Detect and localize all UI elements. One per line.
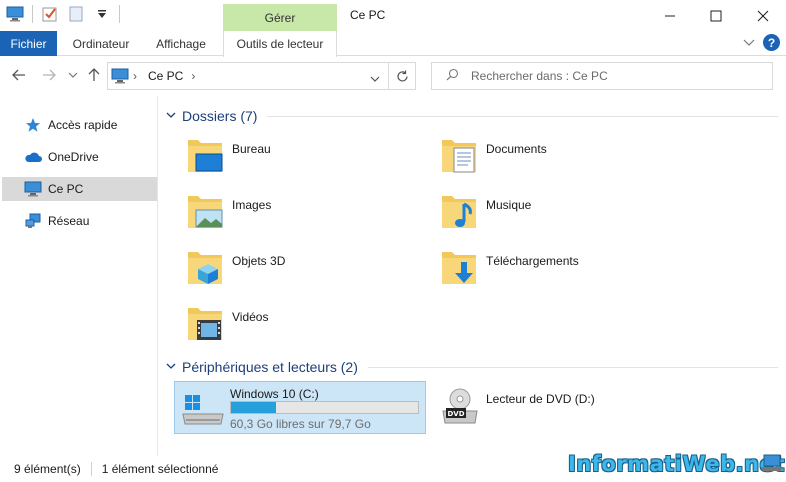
downloads-folder-icon bbox=[440, 248, 480, 291]
music-folder-icon bbox=[440, 192, 480, 235]
content-pane: Dossiers (7) Bureau Documents Images Mus… bbox=[160, 96, 786, 456]
sidebar-item-reseau[interactable]: Réseau bbox=[2, 209, 157, 233]
dvd-drive-icon: DVD bbox=[442, 387, 478, 430]
address-dropdown-icon[interactable] bbox=[370, 72, 380, 86]
folder-item[interactable]: Téléchargements bbox=[440, 248, 690, 296]
folder-item[interactable]: Objets 3D bbox=[186, 248, 436, 296]
drive-usage-bar bbox=[230, 401, 419, 414]
tab-fichier[interactable]: Fichier bbox=[0, 31, 57, 56]
group-divider bbox=[267, 115, 778, 117]
drive-item-c[interactable]: Windows 10 (C:) 60,3 Go libres sur 79,7 … bbox=[174, 381, 426, 434]
expand-ribbon-icon[interactable] bbox=[743, 36, 755, 50]
new-folder-icon[interactable] bbox=[67, 5, 85, 23]
computer-icon bbox=[24, 180, 42, 198]
search-box[interactable]: Rechercher dans : Ce PC bbox=[431, 62, 773, 90]
folder-label: Documents bbox=[486, 142, 547, 156]
dvd-badge: DVD bbox=[448, 410, 465, 418]
folder-item[interactable]: Vidéos bbox=[186, 304, 436, 352]
sidebar-item-label: OneDrive bbox=[48, 150, 99, 164]
drive-item-d[interactable]: DVD Lecteur de DVD (D:) bbox=[430, 381, 680, 434]
ribbon-right-controls: ? bbox=[743, 34, 780, 51]
folder-label: Objets 3D bbox=[232, 254, 286, 268]
navigation-pane: Accès rapide OneDrive Ce PC Réseau bbox=[0, 96, 158, 456]
folder-item[interactable]: Documents bbox=[440, 136, 690, 184]
windows-drive-icon bbox=[181, 392, 225, 429]
customize-toolbar-icon[interactable] bbox=[93, 5, 111, 23]
folder-label: Images bbox=[232, 198, 272, 212]
group-title: Dossiers (7) bbox=[182, 108, 258, 124]
sidebar-item-label: Réseau bbox=[48, 214, 90, 228]
drive-label: Lecteur de DVD (D:) bbox=[486, 392, 595, 406]
folder-item[interactable]: Images bbox=[186, 192, 436, 240]
collapse-chevron-icon[interactable] bbox=[166, 111, 178, 122]
status-separator bbox=[90, 462, 92, 476]
tab-ordinateur[interactable]: Ordinateur bbox=[62, 31, 140, 56]
sidebar-item-label: Ce PC bbox=[48, 182, 84, 196]
computer-icon bbox=[6, 5, 24, 23]
folder-label: Musique bbox=[486, 198, 532, 212]
navigation-bar: › Ce PC › Rechercher dans : Ce PC bbox=[0, 56, 786, 96]
minimize-button[interactable] bbox=[647, 0, 693, 31]
folder-label: Téléchargements bbox=[486, 254, 579, 268]
search-input[interactable]: Rechercher dans : Ce PC bbox=[471, 69, 608, 83]
quick-access-toolbar bbox=[6, 5, 120, 23]
group-header-devices[interactable]: Périphériques et lecteurs (2) bbox=[166, 359, 778, 375]
group-header-folders[interactable]: Dossiers (7) bbox=[166, 108, 778, 124]
breadcrumb-ce-pc[interactable]: Ce PC bbox=[148, 69, 183, 83]
group-divider bbox=[367, 366, 778, 368]
close-button[interactable] bbox=[740, 0, 786, 31]
forward-button[interactable] bbox=[40, 66, 58, 84]
drive-usage-fill bbox=[231, 402, 276, 413]
group-title: Périphériques et lecteurs (2) bbox=[182, 359, 358, 375]
computer-icon bbox=[111, 68, 129, 87]
watermark-logo: InformatiWeb.net bbox=[568, 452, 785, 476]
sidebar-item-ce-pc[interactable]: Ce PC bbox=[2, 177, 157, 201]
cloud-icon bbox=[24, 148, 42, 166]
sidebar-item-label: Accès rapide bbox=[48, 118, 118, 132]
search-icon bbox=[446, 68, 459, 84]
drive-label: Windows 10 (C:) bbox=[230, 387, 319, 401]
collapse-chevron-icon[interactable] bbox=[166, 362, 178, 373]
folder-item[interactable]: Musique bbox=[440, 192, 690, 240]
3d-objects-folder-icon bbox=[186, 248, 226, 291]
tab-affichage[interactable]: Affichage bbox=[145, 31, 217, 56]
pictures-folder-icon bbox=[186, 192, 226, 235]
context-tab-manage[interactable]: Gérer bbox=[223, 4, 337, 31]
toolbar-separator bbox=[119, 5, 120, 23]
help-icon[interactable]: ? bbox=[763, 34, 780, 51]
item-count: 9 élément(s) bbox=[14, 462, 81, 476]
sidebar-item-acces-rapide[interactable]: Accès rapide bbox=[2, 113, 157, 137]
properties-icon[interactable] bbox=[41, 5, 59, 23]
sidebar-item-onedrive[interactable]: OneDrive bbox=[2, 145, 157, 169]
back-button[interactable] bbox=[10, 66, 28, 84]
tab-outils-de-lecteur[interactable]: Outils de lecteur bbox=[223, 31, 337, 57]
desktop-folder-icon bbox=[186, 136, 226, 179]
address-bar[interactable]: › Ce PC › bbox=[107, 62, 389, 90]
ribbon-tabs: Fichier Ordinateur Affichage Outils de l… bbox=[0, 31, 786, 57]
network-icon bbox=[24, 212, 42, 230]
window-title: Ce PC bbox=[350, 8, 386, 22]
refresh-button[interactable] bbox=[389, 62, 416, 90]
breadcrumb-separator[interactable]: › bbox=[191, 69, 195, 83]
documents-folder-icon bbox=[440, 136, 480, 179]
drive-free-space: 60,3 Go libres sur 79,7 Go bbox=[230, 417, 371, 431]
recent-locations-button[interactable] bbox=[64, 66, 82, 84]
folder-item[interactable]: Bureau bbox=[186, 136, 436, 184]
videos-folder-icon bbox=[186, 304, 226, 347]
laptop-logo-icon bbox=[760, 452, 784, 477]
folder-label: Vidéos bbox=[232, 310, 269, 324]
star-icon bbox=[24, 116, 42, 134]
selection-count: 1 élément sélectionné bbox=[101, 462, 219, 476]
breadcrumb-separator[interactable]: › bbox=[133, 69, 137, 83]
up-button[interactable] bbox=[85, 66, 103, 84]
folder-label: Bureau bbox=[232, 142, 271, 156]
title-bar: Gérer Ce PC bbox=[0, 0, 786, 31]
toolbar-separator bbox=[32, 5, 33, 23]
maximize-button[interactable] bbox=[693, 0, 739, 31]
